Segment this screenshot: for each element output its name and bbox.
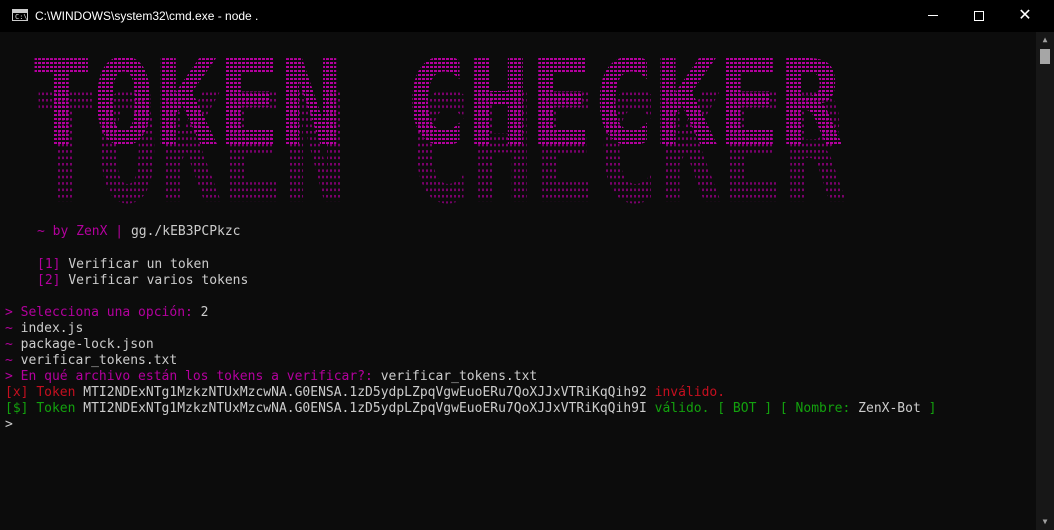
option-prompt: > Selecciona una opción: 2 [5, 305, 209, 321]
bracket: ] [928, 401, 937, 416]
title-bar[interactable]: C:\ C:\WINDOWS\system32\cmd.exe - node .… [0, 0, 1054, 32]
input-cursor-line[interactable]: > [5, 417, 13, 433]
maximize-button[interactable] [956, 0, 1002, 32]
bracket: [ [717, 401, 726, 416]
result-valid-label: Token [36, 401, 76, 416]
result-invalid-token: MTI2NDExNTg1MzkzNTUxMzcwNA.G0ENSA.1zD5yd… [83, 385, 647, 400]
menu-option-2: [2] Verificar varios tokens [37, 273, 248, 289]
result-invalid-label: Token [36, 385, 76, 400]
result-valid-token: MTI2NDExNTg1MzkzNTUxMzcwNA.G0ENSA.1zD5yd… [83, 401, 647, 416]
banner-title: TOKEN CHECKER [30, 58, 843, 172]
vertical-scrollbar[interactable]: ▲ ▼ [1036, 32, 1054, 530]
bracket: ] [764, 401, 773, 416]
result-invalid-tag: [x] [5, 385, 29, 400]
bot-name: ZenX-Bot [858, 401, 921, 416]
scroll-down-arrow-icon[interactable]: ▼ [1036, 514, 1054, 530]
result-valid-status: válido. [654, 401, 710, 416]
menu-option-1: [1] Verificar un token [37, 257, 209, 273]
file-list-item: ~ verificar_tokens.txt [5, 353, 177, 369]
ascii-banner: TOKEN CHECKER TOKEN CHECKER [30, 34, 860, 237]
scrollbar-thumb[interactable] [1040, 49, 1050, 64]
option-prompt-value: 2 [200, 305, 209, 320]
result-valid-tag: [$] [5, 401, 29, 416]
window-title: C:\WINDOWS\system32\cmd.exe - node . [35, 9, 259, 23]
scroll-up-arrow-icon[interactable]: ▲ [1036, 32, 1054, 48]
file-list-item: ~ package-lock.json [5, 337, 154, 353]
file-name: package-lock.json [20, 337, 154, 352]
result-invalid-status: inválido. [654, 385, 726, 400]
name-label: Nombre: [795, 401, 851, 416]
file-prompt-value: verificar_tokens.txt [380, 369, 538, 384]
menu-option-2-number: [2] [37, 273, 61, 288]
credits-line: ~ by ZenX | gg./kEB3PCPkzc [37, 224, 241, 240]
file-name: verificar_tokens.txt [20, 353, 178, 368]
file-prefix: ~ [5, 353, 13, 368]
option-prompt-text: Selecciona una opción: [20, 305, 193, 320]
file-prompt: > En qué archivo están los tokens a veri… [5, 369, 537, 385]
menu-option-1-number: [1] [37, 257, 61, 272]
menu-option-2-label: Verificar varios tokens [68, 273, 249, 288]
credits-invite-link: gg./kEB3PCPkzc [130, 224, 241, 239]
credits-separator: | [115, 224, 124, 239]
file-name: index.js [20, 321, 84, 336]
cmd-app-icon[interactable]: C:\ [12, 9, 28, 21]
prompt-arrow: > [5, 305, 13, 320]
maximize-icon [974, 10, 984, 21]
file-prefix: ~ [5, 337, 13, 352]
result-invalid-line: [x] Token MTI2NDExNTg1MzkzNTUxMzcwNA.G0E… [5, 385, 725, 401]
menu-option-1-label: Verificar un token [68, 257, 210, 272]
credits-author: ~ by ZenX [37, 224, 108, 239]
close-icon: ✕ [1018, 7, 1032, 24]
minimize-button[interactable] [910, 0, 956, 32]
file-prompt-text: En qué archivo están los tokens a verifi… [20, 369, 373, 384]
file-prefix: ~ [5, 321, 13, 336]
close-button[interactable]: ✕ [1002, 0, 1048, 32]
prompt-arrow: > [5, 369, 13, 384]
bracket: [ [779, 401, 788, 416]
bot-badge: BOT [732, 401, 757, 416]
file-list-item: ~ index.js [5, 321, 83, 337]
input-cursor[interactable]: > [5, 417, 13, 432]
minimize-icon [928, 15, 938, 17]
result-valid-line: [$] Token MTI2NDExNTg1MzkzNTUxMzcwNA.G0E… [5, 401, 936, 417]
